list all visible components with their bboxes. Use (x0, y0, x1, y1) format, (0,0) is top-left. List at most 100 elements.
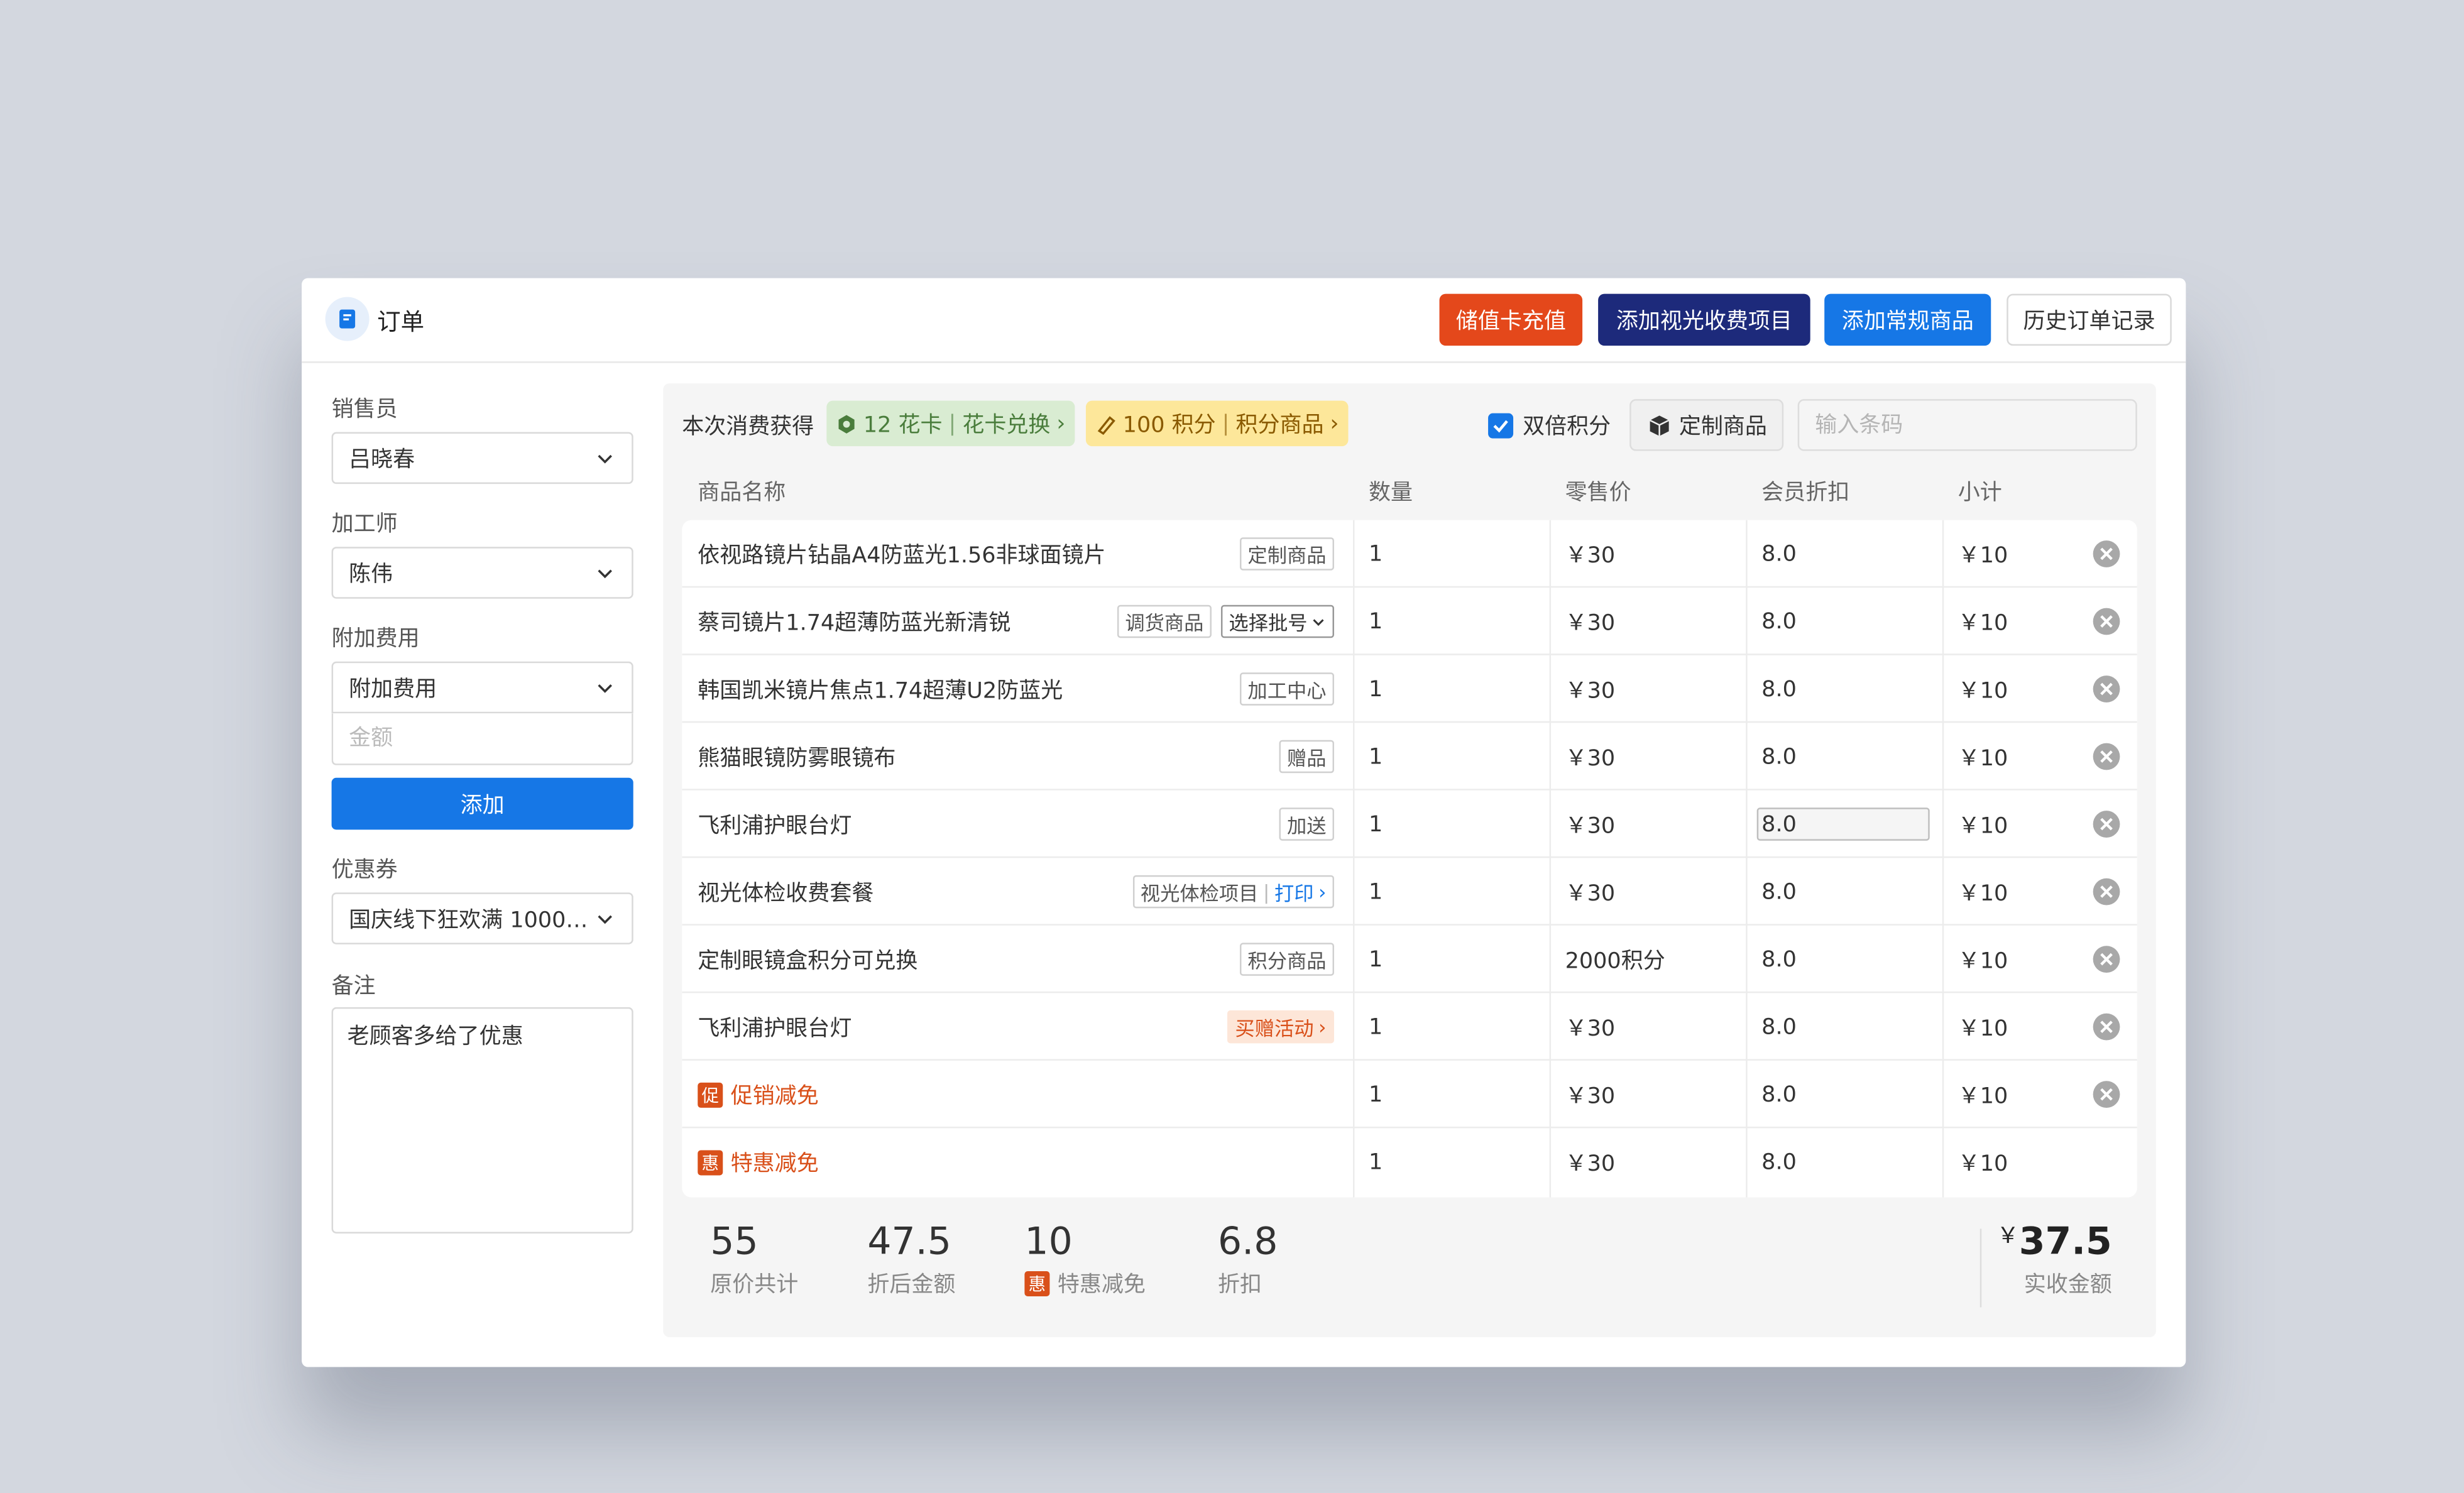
coupon-select[interactable]: 国庆线下狂欢满 1000… (331, 892, 633, 944)
remove-item-icon[interactable] (2091, 944, 2122, 975)
item-discount[interactable]: 8.0 (1761, 655, 1797, 723)
order-panel: 本次消费获得 12 花卡 | 花卡兑换 › 100 积分 | 积分商品 › 双倍… (663, 383, 2156, 1338)
item-tag: 调货商品 (1117, 604, 1212, 638)
custom-goods-label: 定制商品 (1678, 413, 1767, 439)
points-chip[interactable]: 100 积分 | 积分商品 › (1085, 400, 1349, 447)
item-qty[interactable]: 1 (1369, 723, 1383, 790)
remove-item-icon[interactable] (2091, 809, 2122, 839)
order-header: 订单 储值卡充值 添加视光收费项目 添加常规商品 历史订单记录 (302, 278, 2186, 363)
item-qty[interactable]: 1 (1369, 588, 1383, 655)
item-discount[interactable]: 8.0 (1761, 588, 1797, 655)
item-subtotal: ￥10 (1958, 610, 2008, 636)
vision-exam-label: 视光体检项目 (1140, 881, 1259, 905)
select-batch-dropdown[interactable]: 选择批号 (1220, 604, 1335, 638)
remove-item-icon[interactable] (2091, 606, 2122, 637)
item-discount: 8.0 (1761, 1081, 1797, 1107)
item-discount[interactable]: 8.0 (1761, 926, 1797, 993)
chevron-down-icon (1313, 618, 1324, 625)
custom-goods-button[interactable]: 定制商品 (1629, 399, 1784, 451)
item-qty[interactable]: 1 (1369, 520, 1383, 588)
item-price: ￥30 (1565, 1151, 1616, 1176)
item-tag: 积分商品 (1239, 943, 1335, 976)
column-header-price: 零售价 (1565, 481, 1631, 506)
print-link[interactable]: 打印 (1274, 877, 1314, 907)
coupon-value: 国庆线下狂欢满 1000… (349, 907, 588, 933)
order-history-button[interactable]: 历史订单记录 (2007, 293, 2172, 346)
item-name-cell: 视光体检收费套餐 视光体检项目 | 打印 › (698, 858, 1335, 926)
item-qty[interactable]: 1 (1369, 655, 1383, 723)
barcode-input[interactable] (1797, 399, 2137, 451)
total-discounted-value: 47.5 (867, 1219, 951, 1264)
vision-exam-tag[interactable]: 视光体检项目 | 打印 › (1132, 875, 1335, 909)
table-row: 视光体检收费套餐 视光体检项目 | 打印 › 1 ￥30 8.0 ￥10 (682, 858, 2137, 926)
extra-fee-value: 附加费用 (349, 676, 437, 702)
double-points-toggle[interactable]: 双倍积分 (1488, 410, 1611, 442)
extra-fee-amount-input[interactable] (331, 713, 633, 765)
flower-icon (838, 414, 855, 433)
total-discount-rate: 6.8 折扣 (1218, 1219, 1278, 1299)
add-regular-goods-button[interactable]: 添加常规商品 (1824, 293, 1991, 346)
add-extra-fee-button[interactable]: 添加 (331, 777, 633, 830)
item-qty[interactable]: 1 (1369, 926, 1383, 993)
total-discounted: 47.5 折后金额 (867, 1219, 955, 1299)
item-discount[interactable]: 8.0 (1761, 520, 1797, 588)
item-subtotal: ￥10 (1958, 1015, 2008, 1041)
item-price: ￥30 (1565, 880, 1616, 906)
table-row: 定制眼镜盒积分可兑换 积分商品 1 2000积分 8.0 ￥10 (682, 926, 2137, 993)
remove-item-icon[interactable] (2091, 741, 2122, 772)
chevron-down-icon (598, 569, 612, 577)
item-discount[interactable]: 8.0 (1761, 993, 1797, 1061)
item-qty[interactable]: 1 (1369, 790, 1383, 858)
item-name: 依视路镜片钻晶A4防蓝光1.56非球面镜片 (698, 542, 1106, 568)
currency-symbol: ￥ (1996, 1223, 2019, 1249)
remove-item-icon[interactable] (2091, 1080, 2122, 1110)
item-name: 韩国凯米镜片焦点1.74超薄U2防蓝光 (698, 678, 1063, 704)
remark-textarea[interactable]: 老顾客多给了优惠 (331, 1007, 633, 1233)
add-vision-fee-button[interactable]: 添加视光收费项目 (1598, 293, 1810, 346)
remove-item-icon[interactable] (2091, 877, 2122, 907)
recharge-button[interactable]: 储值卡充值 (1439, 293, 1583, 346)
processor-value: 陈伟 (349, 561, 393, 587)
checkbox-checked-icon[interactable] (1488, 413, 1514, 439)
remove-item-icon[interactable] (2091, 1012, 2122, 1042)
item-subtotal: ￥10 (1958, 880, 2008, 906)
chevron-right-icon: › (1056, 410, 1066, 436)
item-price: ￥30 (1565, 1015, 1616, 1041)
salesperson-select[interactable]: 吕晓春 (331, 432, 633, 484)
item-name-cell: 飞利浦护眼台灯 买赠活动 › (698, 993, 1335, 1061)
processor-select[interactable]: 陈伟 (331, 547, 633, 599)
item-tag: 赠品 (1279, 740, 1335, 774)
flower-card-count: 12 花卡 (863, 412, 943, 438)
salesperson-label: 销售员 (331, 397, 398, 423)
table-row: 韩国凯米镜片焦点1.74超薄U2防蓝光 加工中心 1 ￥30 8.0 ￥10 (682, 655, 2137, 723)
discount-input[interactable] (1756, 807, 1930, 841)
document-icon (325, 297, 370, 341)
remove-item-icon[interactable] (2091, 539, 2122, 569)
item-discount-cell (1756, 790, 1930, 858)
item-qty[interactable]: 1 (1369, 858, 1383, 926)
item-discount[interactable]: 8.0 (1761, 858, 1797, 926)
item-name-cell: 熊猫眼镜防雾眼镜布 赠品 (698, 723, 1335, 790)
column-header-subtotal: 小计 (1958, 481, 2002, 506)
select-batch-label: 选择批号 (1229, 611, 1308, 635)
item-subtotal: ￥10 (1958, 745, 2008, 771)
chevron-down-icon (598, 683, 612, 692)
totals-divider (1979, 1228, 1982, 1308)
item-qty[interactable]: 1 (1369, 993, 1383, 1061)
total-discount-rate-value: 6.8 (1217, 1219, 1278, 1264)
double-points-label: 双倍积分 (1523, 415, 1611, 440)
item-name: 飞利浦护眼台灯 (698, 1015, 852, 1041)
remove-item-icon[interactable] (2091, 674, 2122, 704)
item-price: ￥30 (1565, 678, 1616, 704)
column-header-discount: 会员折扣 (1761, 481, 1850, 506)
final-amount-label: 实收金额 (2023, 1272, 2112, 1298)
table-row: 飞利浦护眼台灯 买赠活动 › 1 ￥30 8.0 ￥10 (682, 993, 2137, 1061)
item-subtotal: ￥10 (1958, 948, 2008, 974)
item-tag: 定制商品 (1239, 537, 1335, 571)
total-original: 55 原价共计 (710, 1219, 798, 1299)
gift-promo-tag[interactable]: 买赠活动 › (1227, 1010, 1335, 1044)
item-discount[interactable]: 8.0 (1761, 723, 1797, 790)
table-row: 蔡司镜片1.74超薄防蓝光新清锐 调货商品 选择批号 1 ￥30 8.0 ￥10 (682, 588, 2137, 655)
flower-card-chip[interactable]: 12 花卡 | 花卡兑换 › (826, 400, 1075, 447)
extra-fee-select[interactable]: 附加费用 (331, 661, 633, 714)
